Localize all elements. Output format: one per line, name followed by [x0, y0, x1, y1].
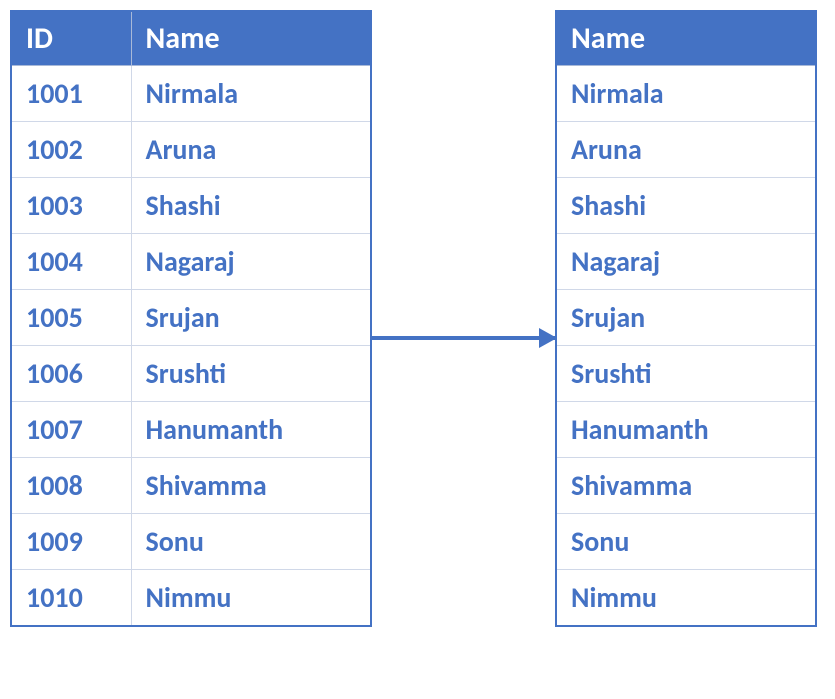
cell-name: Srushti: [556, 346, 816, 402]
table-header-row: Name: [556, 11, 816, 66]
arrow-icon: [372, 336, 555, 340]
cell-name: Nimmu: [556, 570, 816, 627]
table-row: 1010 Nimmu: [11, 570, 371, 627]
cell-name: Srushti: [131, 346, 371, 402]
cell-id: 1008: [11, 458, 131, 514]
cell-name: Nagaraj: [131, 234, 371, 290]
cell-name: Aruna: [556, 122, 816, 178]
table-row: Nagaraj: [556, 234, 816, 290]
table-row: Shashi: [556, 178, 816, 234]
cell-id: 1001: [11, 66, 131, 122]
table-row: Hanumanth: [556, 402, 816, 458]
table-row: 1007 Hanumanth: [11, 402, 371, 458]
cell-name: Shivamma: [556, 458, 816, 514]
arrow-container: [372, 10, 555, 699]
table-row: 1003 Shashi: [11, 178, 371, 234]
cell-id: 1003: [11, 178, 131, 234]
cell-id: 1007: [11, 402, 131, 458]
table-row: 1005 Srujan: [11, 290, 371, 346]
table-row: Nimmu: [556, 570, 816, 627]
table-header-row: ID Name: [11, 11, 371, 66]
cell-id: 1002: [11, 122, 131, 178]
cell-name: Aruna: [131, 122, 371, 178]
cell-name: Nagaraj: [556, 234, 816, 290]
table-row: 1002 Aruna: [11, 122, 371, 178]
cell-id: 1009: [11, 514, 131, 570]
table-row: Aruna: [556, 122, 816, 178]
table-row: Nirmala: [556, 66, 816, 122]
cell-name: Sonu: [556, 514, 816, 570]
table-row: 1008 Shivamma: [11, 458, 371, 514]
cell-name: Shashi: [556, 178, 816, 234]
cell-id: 1010: [11, 570, 131, 627]
cell-name: Srujan: [131, 290, 371, 346]
cell-id: 1004: [11, 234, 131, 290]
result-table: Name Nirmala Aruna Shashi Nagaraj Srujan…: [555, 10, 817, 627]
cell-name: Nirmala: [556, 66, 816, 122]
table-row: 1001 Nirmala: [11, 66, 371, 122]
table-row: Srujan: [556, 290, 816, 346]
header-id: ID: [11, 11, 131, 66]
cell-id: 1006: [11, 346, 131, 402]
cell-name: Srujan: [556, 290, 816, 346]
header-name: Name: [131, 11, 371, 66]
tables-container: ID Name 1001 Nirmala 1002 Aruna 1003 Sha…: [10, 10, 825, 699]
table-row: Sonu: [556, 514, 816, 570]
table-row: 1006 Srushti: [11, 346, 371, 402]
table-row: Srushti: [556, 346, 816, 402]
header-name: Name: [556, 11, 816, 66]
cell-name: Hanumanth: [556, 402, 816, 458]
cell-id: 1005: [11, 290, 131, 346]
source-table: ID Name 1001 Nirmala 1002 Aruna 1003 Sha…: [10, 10, 372, 627]
cell-name: Shashi: [131, 178, 371, 234]
cell-name: Shivamma: [131, 458, 371, 514]
table-row: 1004 Nagaraj: [11, 234, 371, 290]
cell-name: Hanumanth: [131, 402, 371, 458]
cell-name: Nirmala: [131, 66, 371, 122]
table-row: Shivamma: [556, 458, 816, 514]
table-row: 1009 Sonu: [11, 514, 371, 570]
cell-name: Nimmu: [131, 570, 371, 627]
cell-name: Sonu: [131, 514, 371, 570]
